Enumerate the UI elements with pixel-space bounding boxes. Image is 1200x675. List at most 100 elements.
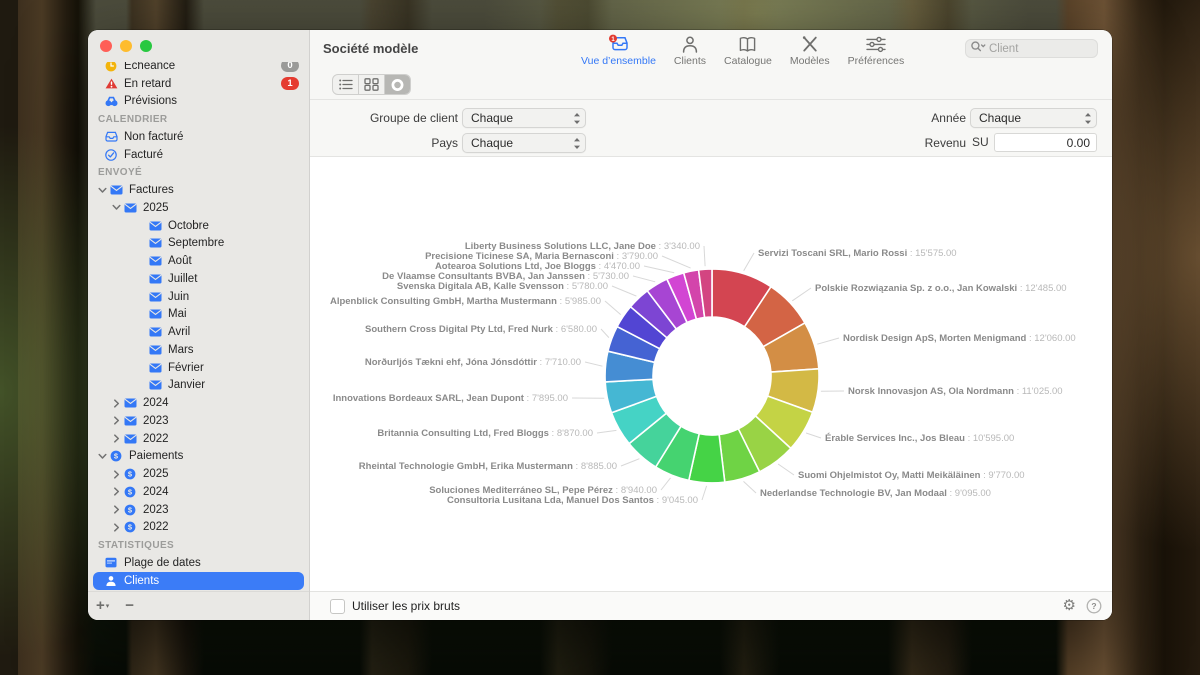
minimize-button[interactable] — [120, 40, 132, 52]
chevron-down-icon[interactable] — [96, 452, 109, 461]
chevron-right-icon[interactable] — [110, 399, 123, 408]
sidebar-item-facture[interactable]: Facturé — [88, 146, 309, 164]
toolbar-item-vue-densemble[interactable]: 1Vue d’ensemble — [572, 33, 665, 67]
sidebar-item-factures-2022[interactable]: 2022 — [88, 430, 309, 448]
sidebar-item-fevrier[interactable]: Février — [88, 359, 309, 377]
sidebar-item-factures-2024[interactable]: 2024 — [88, 394, 309, 412]
chart-label: Precisione Ticinese SA, Maria Bernasconi… — [425, 251, 658, 262]
envelope-icon — [148, 274, 162, 284]
add-button[interactable]: +▾ — [88, 593, 117, 620]
toolbar-item-clients[interactable]: Clients — [665, 33, 715, 67]
sidebar-item-label: Prévisions — [124, 95, 177, 107]
sidebar-item-juillet[interactable]: Juillet — [88, 270, 309, 288]
sidebar-item-previsions[interactable]: Prévisions — [88, 93, 309, 111]
sidebar-section-envoye: ENVOYÉ — [88, 164, 309, 182]
sidebar-item-non-facture[interactable]: Non facturé — [88, 128, 309, 146]
dollar-icon: $ — [123, 486, 137, 498]
stepper-icon — [1084, 112, 1092, 128]
app-window: Échéance0En retard1PrévisionsCALENDRIERN… — [88, 30, 1112, 620]
year-select[interactable]: Chaque — [970, 108, 1097, 128]
label-leader-line — [702, 486, 707, 500]
sidebar-item-label: Mars — [168, 344, 194, 356]
view-switcher — [332, 74, 411, 95]
sidebar-item-octobre[interactable]: Octobre — [88, 217, 309, 235]
dollar-icon: $ — [123, 504, 137, 516]
sidebar-item-janvier[interactable]: Janvier — [88, 377, 309, 395]
chart-label: Soluciones Mediterráneo SL, Pepe Pérez :… — [429, 485, 657, 496]
search-input[interactable] — [987, 42, 1081, 56]
sidebar-item-paiements-2024[interactable]: $2024 — [88, 483, 309, 501]
envelope-icon — [148, 292, 162, 302]
zoom-button[interactable] — [140, 40, 152, 52]
toolbar-item-modeles[interactable]: Modèles — [781, 33, 839, 67]
sliders-icon — [865, 33, 887, 54]
chevron-right-icon[interactable] — [110, 416, 123, 425]
chevron-right-icon[interactable] — [110, 470, 123, 479]
sidebar-item-mai[interactable]: Mai — [88, 306, 309, 324]
sidebar-item-mars[interactable]: Mars — [88, 341, 309, 359]
sidebar-item-plage-de-dates[interactable]: Plage de dates — [88, 554, 309, 572]
envelope-icon — [148, 345, 162, 355]
sidebar-item-label: Août — [168, 255, 192, 267]
chart-label: Liberty Business Solutions LLC, Jane Doe… — [465, 241, 700, 252]
sidebar-item-paiements-2023[interactable]: $2023 — [88, 501, 309, 519]
sidebar-item-juin[interactable]: Juin — [88, 288, 309, 306]
sidebar-item-paiements[interactable]: $Paiements — [88, 448, 309, 466]
close-button[interactable] — [100, 40, 112, 52]
count-badge: 0 — [281, 62, 299, 72]
view-switcher-grid-view[interactable] — [359, 75, 385, 94]
sidebar-item-label: Plage de dates — [124, 557, 201, 569]
client-group-value: Chaque — [471, 111, 513, 125]
chevron-down-icon: ▾ — [106, 603, 110, 610]
dollar-icon: $ — [123, 521, 137, 533]
sidebar-item-paiements-2025[interactable]: $2025 — [88, 465, 309, 483]
sidebar-item-septembre[interactable]: Septembre — [88, 235, 309, 253]
chevron-down-icon[interactable] — [96, 186, 109, 195]
sidebar-item-factures-2023[interactable]: 2023 — [88, 412, 309, 430]
sidebar-item-avril[interactable]: Avril — [88, 323, 309, 341]
envelope-icon — [123, 434, 137, 444]
sidebar-item-clients[interactable]: Clients — [93, 572, 304, 590]
remove-button[interactable]: − — [117, 593, 142, 619]
label-leader-line — [817, 338, 839, 344]
svg-text:?: ? — [1091, 601, 1096, 611]
label-leader-line — [612, 286, 636, 296]
view-switcher-chart-view[interactable] — [385, 75, 410, 94]
sidebar-item-label: Avril — [168, 326, 190, 338]
toolbar-item-preferences[interactable]: Préférences — [839, 33, 914, 67]
chevron-right-icon[interactable] — [110, 487, 123, 496]
chevron-down-icon[interactable] — [110, 203, 123, 212]
warning-icon — [104, 78, 118, 89]
label-leader-line — [644, 266, 674, 273]
label-leader-line — [744, 253, 754, 271]
sidebar-item-aout[interactable]: Août — [88, 252, 309, 270]
envelope-icon — [148, 238, 162, 248]
sidebar: Échéance0En retard1PrévisionsCALENDRIERN… — [88, 30, 310, 620]
toolbar-item-catalogue[interactable]: Catalogue — [715, 33, 781, 67]
gear-icon[interactable]: ⚙ — [1063, 596, 1076, 614]
toolbar-item-label: Vue d’ensemble — [581, 55, 656, 67]
label-leader-line — [585, 362, 602, 366]
country-value: Chaque — [471, 136, 513, 150]
chevron-right-icon[interactable] — [110, 523, 123, 532]
country-select[interactable]: Chaque — [462, 133, 586, 153]
gross-prices-checkbox[interactable] — [330, 599, 345, 614]
help-icon[interactable]: ? — [1086, 598, 1102, 619]
tray-icon — [104, 131, 118, 142]
sidebar-item-factures-2025[interactable]: 2025 — [88, 199, 309, 217]
sidebar-item-en-retard[interactable]: En retard1 — [88, 75, 309, 93]
revenue-currency-label: SU — [972, 133, 989, 152]
sidebar-item-paiements-2022[interactable]: $2022 — [88, 519, 309, 537]
chevron-right-icon[interactable] — [110, 434, 123, 443]
sidebar-item-label: Octobre — [168, 220, 209, 232]
search-field[interactable] — [965, 39, 1098, 58]
sidebar-section-statistiques: STATISTIQUES — [88, 536, 309, 554]
sidebar-item-echeance[interactable]: Échéance0 — [88, 62, 309, 75]
client-group-select[interactable]: Chaque — [462, 108, 586, 128]
chevron-right-icon[interactable] — [110, 505, 123, 514]
sidebar-item-factures[interactable]: Factures — [88, 181, 309, 199]
revenue-input[interactable] — [994, 133, 1097, 152]
country-label: Pays — [310, 133, 458, 153]
view-switcher-list-view[interactable] — [333, 75, 359, 94]
tools-icon — [800, 33, 820, 54]
